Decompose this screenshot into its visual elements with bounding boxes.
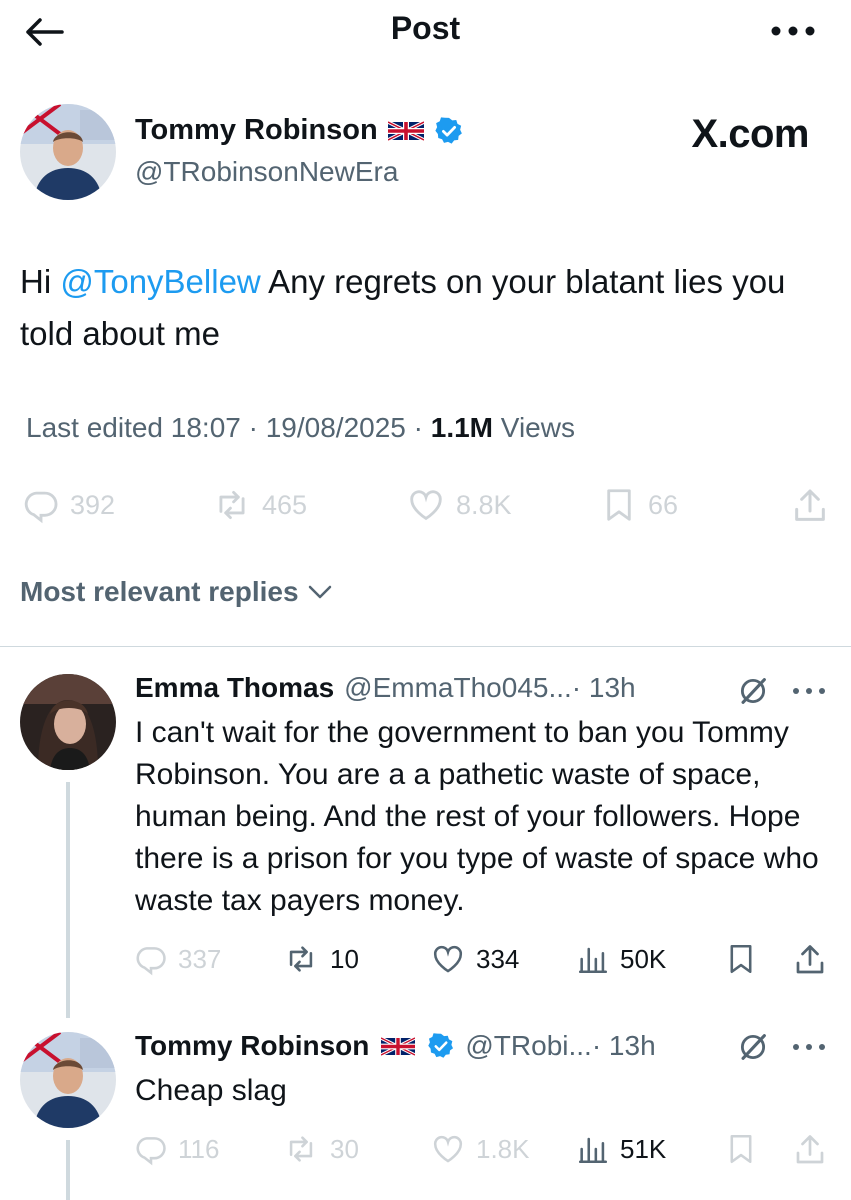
mention-link[interactable]: @TonyBellew xyxy=(60,263,260,300)
reply-timestamp[interactable]: · 13h xyxy=(592,1030,656,1062)
views-icon xyxy=(576,942,610,976)
reply-author-handle[interactable]: @EmmaTho045... xyxy=(344,672,572,704)
share-button[interactable] xyxy=(792,942,828,978)
verified-badge-icon xyxy=(427,1032,455,1060)
replies-sort-label: Most relevant replies xyxy=(20,576,299,607)
uk-flag-icon xyxy=(388,121,424,141)
reply-icon xyxy=(134,1132,168,1166)
verified-badge-icon xyxy=(434,116,464,146)
author-name-row: Tommy Robinson xyxy=(135,114,464,147)
share-button[interactable] xyxy=(792,1132,828,1168)
reply-author-name[interactable]: Emma Thomas xyxy=(135,672,334,704)
reply-action-bar: 116 30 1.8K 51K xyxy=(0,1132,851,1168)
bookmark-button[interactable] xyxy=(724,1132,758,1166)
like-count: 1.8K xyxy=(476,1133,530,1164)
xcom-watermark: X.com xyxy=(691,112,809,156)
views-count: 50K xyxy=(620,943,667,974)
bookmark-count: 66 xyxy=(648,489,679,520)
reply-author-name[interactable]: Tommy Robinson xyxy=(135,1030,369,1062)
like-button[interactable]: 334 xyxy=(430,942,519,976)
thread-line xyxy=(66,782,70,1018)
reply-count: 337 xyxy=(178,943,222,974)
share-button[interactable] xyxy=(790,486,830,526)
section-divider xyxy=(0,646,851,647)
views-label: Views xyxy=(493,412,575,443)
views-button[interactable]: 51K xyxy=(576,1132,666,1166)
repost-count: 10 xyxy=(330,943,359,974)
reply-header: Tommy Robinson @TRobi... · 13h xyxy=(135,1030,656,1062)
like-count: 8.8K xyxy=(456,489,512,520)
repost-count: 465 xyxy=(262,489,308,520)
post-text-prefix: Hi xyxy=(20,263,61,300)
repost-icon xyxy=(282,1132,320,1166)
views-count: 51K xyxy=(620,1133,667,1164)
bookmark-button[interactable] xyxy=(724,942,758,976)
bookmark-icon xyxy=(724,1132,758,1166)
chevron-down-icon xyxy=(308,585,331,599)
repost-icon xyxy=(282,942,320,976)
reply-avatar[interactable] xyxy=(20,1032,116,1128)
post-meta: Last edited 18:07 · 19/08/2025 · 1.1M Vi… xyxy=(26,412,575,444)
heart-icon xyxy=(430,1132,466,1166)
reply-button[interactable]: 392 xyxy=(22,486,115,524)
author-name[interactable]: Tommy Robinson xyxy=(135,114,378,147)
like-button[interactable]: 8.8K xyxy=(406,486,512,524)
repost-count: 30 xyxy=(330,1133,359,1164)
author-avatar[interactable] xyxy=(20,104,116,200)
share-icon xyxy=(792,942,828,978)
reply-text: Cheap slag xyxy=(135,1074,287,1107)
repost-button[interactable]: 465 xyxy=(212,486,307,524)
more-options-button[interactable] xyxy=(769,16,817,46)
post-action-bar: 392 465 8.8K 66 xyxy=(0,486,851,526)
views-button[interactable]: 50K xyxy=(576,942,666,976)
bookmark-icon xyxy=(724,942,758,976)
share-icon xyxy=(792,1132,828,1168)
reply-text: I can't wait for the government to ban y… xyxy=(135,716,819,917)
reply-button[interactable]: 116 xyxy=(134,1132,219,1166)
bookmark-icon xyxy=(600,486,638,524)
grok-icon[interactable] xyxy=(736,674,770,708)
heart-icon xyxy=(430,942,466,976)
like-button[interactable]: 1.8K xyxy=(430,1132,530,1166)
reply-count: 116 xyxy=(178,1133,220,1164)
views-icon xyxy=(576,1132,610,1166)
reply-count: 392 xyxy=(70,489,116,520)
reply-avatar[interactable] xyxy=(20,674,116,770)
reply-timestamp[interactable]: · 13h xyxy=(572,672,636,704)
repost-icon xyxy=(212,486,252,524)
reply-more-icon[interactable] xyxy=(792,1042,826,1052)
share-icon xyxy=(790,486,830,526)
reply-button[interactable]: 337 xyxy=(134,942,221,976)
views-count: 1.1M xyxy=(430,412,493,443)
edited-timestamp[interactable]: Last edited 18:07 · 19/08/2025 · xyxy=(26,412,431,443)
reply-action-bar: 337 10 334 50K xyxy=(0,942,851,978)
reply-header: Emma Thomas @EmmaTho045... · 13h xyxy=(135,672,636,704)
repost-button[interactable]: 30 xyxy=(282,1132,359,1166)
more-dots-icon xyxy=(771,26,815,36)
reply-icon xyxy=(22,486,60,524)
uk-flag-icon xyxy=(381,1037,415,1056)
heart-icon xyxy=(406,486,446,524)
reply-author-handle[interactable]: @TRobi... xyxy=(465,1030,591,1062)
grok-icon[interactable] xyxy=(736,1030,770,1064)
repost-button[interactable]: 10 xyxy=(282,942,359,976)
bookmark-button[interactable]: 66 xyxy=(600,486,678,524)
reply-more-icon[interactable] xyxy=(792,686,826,696)
author-handle[interactable]: @TRobinsonNewEra xyxy=(135,156,398,188)
top-bar: Post xyxy=(0,0,851,62)
reply-icon xyxy=(134,942,168,976)
like-count: 334 xyxy=(476,943,520,974)
replies-sort-dropdown[interactable]: Most relevant replies xyxy=(20,576,333,608)
post-text: Hi @TonyBellew Any regrets on your blata… xyxy=(20,256,840,360)
page-title: Post xyxy=(390,10,461,46)
